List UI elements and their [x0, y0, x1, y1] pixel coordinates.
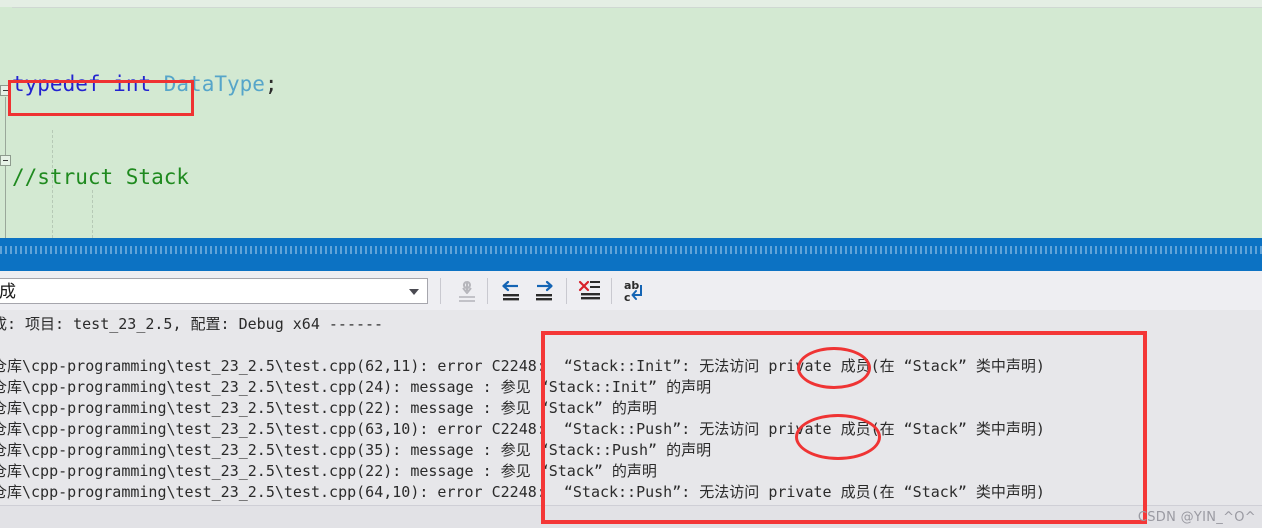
output-line: 仓库\cpp-programming\test_23_2.5\test.cpp(…: [0, 357, 1045, 375]
screenshot-root: typedef int DataType; //struct Stack cla…: [0, 0, 1262, 528]
watermark: CSDN @YIN_^O^: [1137, 510, 1256, 525]
output-line: 仓库\cpp-programming\test_23_2.5\test.cpp(…: [0, 378, 712, 396]
code-editor[interactable]: typedef int DataType; //struct Stack cla…: [0, 0, 1262, 238]
code-line-2: //struct Stack: [12, 165, 190, 189]
output-line: 仓库\cpp-programming\test_23_2.5\test.cpp(…: [0, 399, 657, 417]
output-line: 仓库\cpp-programming\test_23_2.5\test.cpp(…: [0, 483, 1045, 501]
pane-splitter-bar[interactable]: [0, 238, 1262, 271]
go-forward-button[interactable]: [529, 277, 559, 305]
toolbar-separator: [611, 278, 612, 304]
toolbar-separator: [566, 278, 567, 304]
toolbar-separator: [440, 278, 441, 304]
code-line-1: typedef int DataType;: [12, 72, 278, 96]
chevron-down-icon[interactable]: [409, 289, 419, 295]
toggle-word-wrap-button[interactable]: ab c: [620, 277, 650, 305]
output-line: 仓库\cpp-programming\test_23_2.5\test.cpp(…: [0, 441, 712, 459]
go-to-source-button[interactable]: [452, 277, 482, 305]
fold-toggle-init[interactable]: [0, 155, 11, 166]
output-bottom-bar: [0, 505, 1262, 528]
output-pane[interactable]: 成: 项目: test_23_2.5, 配置: Debug x64 ------…: [0, 310, 1262, 517]
output-line: 仓库\cpp-programming\test_23_2.5\test.cpp(…: [0, 420, 1045, 438]
output-source-combobox[interactable]: 成: [0, 278, 428, 304]
output-line: 成: 项目: test_23_2.5, 配置: Debug x64 ------: [0, 315, 384, 333]
code-text[interactable]: typedef int DataType; //struct Stack cla…: [12, 7, 809, 238]
svg-text:c: c: [624, 291, 631, 304]
output-source-value: 成: [0, 282, 16, 302]
splitter-grip-dots: [0, 246, 1262, 254]
toolbar-separator: [487, 278, 488, 304]
fold-guide-line: [5, 97, 6, 238]
editor-gutter[interactable]: [0, 7, 12, 238]
clear-output-button[interactable]: [575, 277, 605, 305]
output-line: 仓库\cpp-programming\test_23_2.5\test.cpp(…: [0, 462, 657, 480]
go-back-button[interactable]: [496, 277, 526, 305]
fold-toggle-class[interactable]: [0, 85, 11, 96]
